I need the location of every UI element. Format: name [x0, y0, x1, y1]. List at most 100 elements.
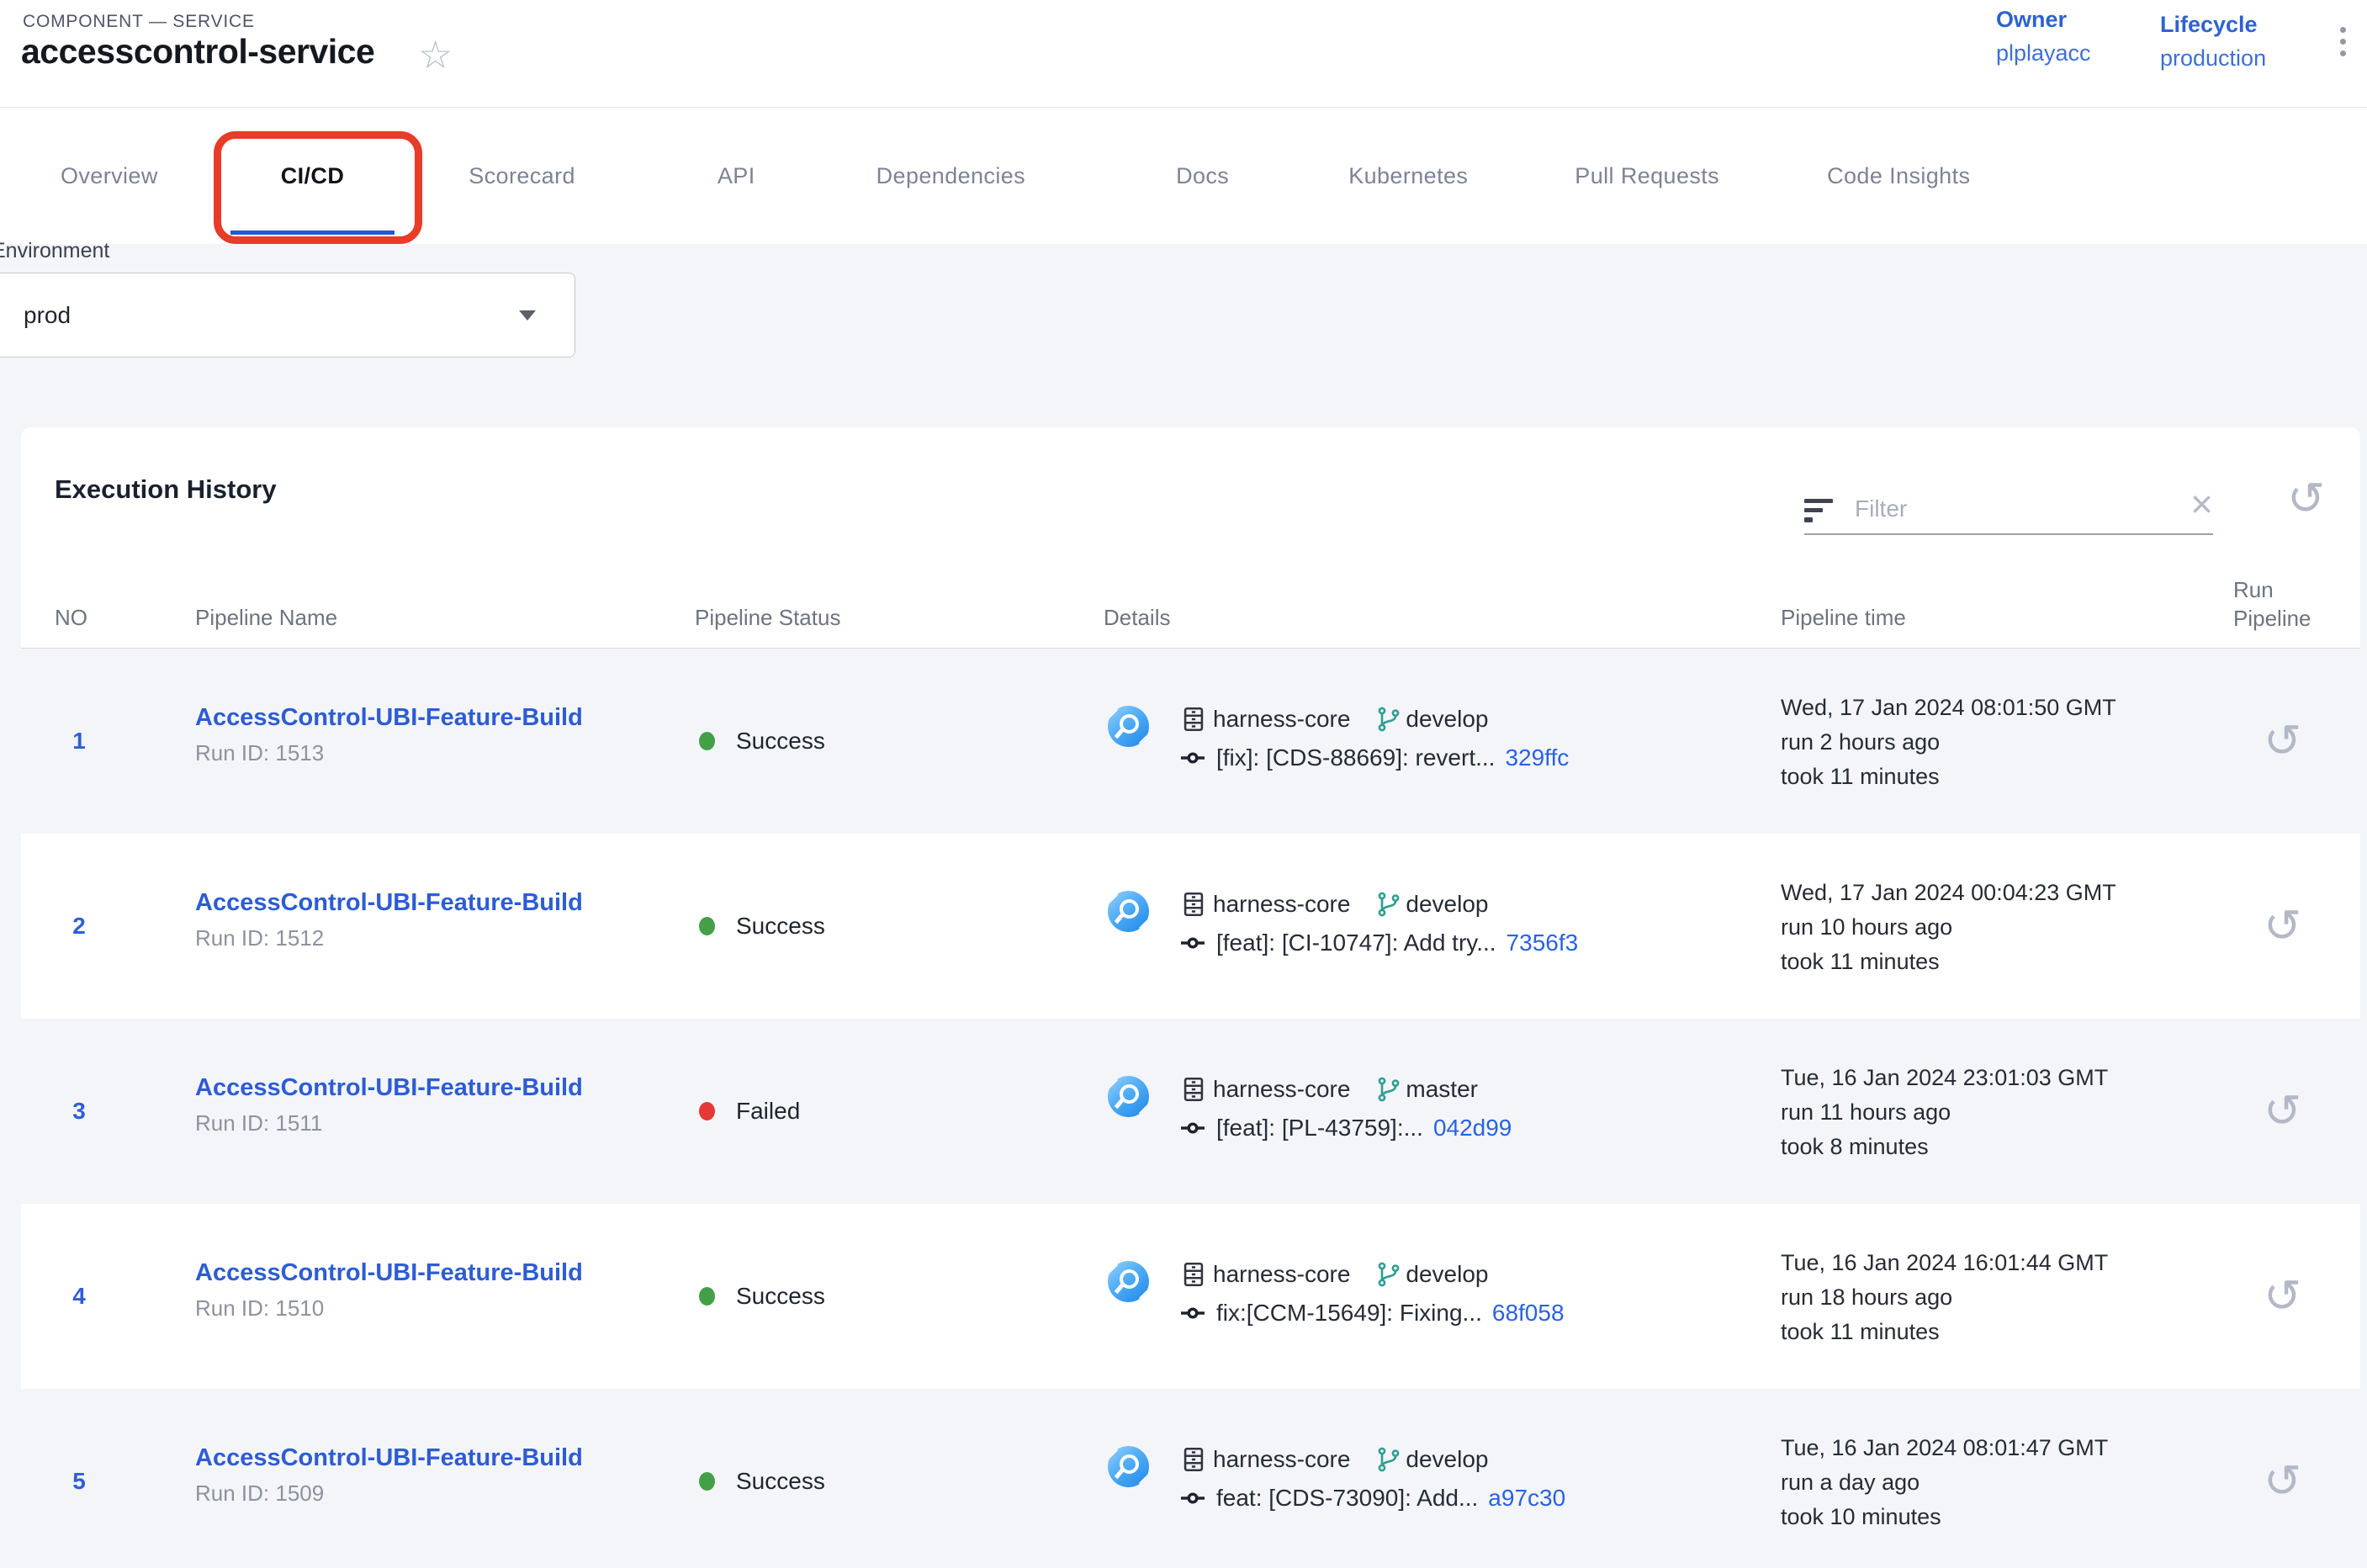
details-cell: harness-core develop feat: [CDS-73090]: … [1179, 1443, 1565, 1515]
tab-kubernetes[interactable]: Kubernetes [1298, 108, 1518, 244]
commit-sha-link[interactable]: 329ffc [1505, 744, 1569, 771]
pipeline-name-link[interactable]: AccessControl-UBI-Feature-Build [195, 1444, 583, 1472]
time-relative: run 2 hours ago [1781, 725, 2116, 760]
time-absolute: Wed, 17 Jan 2024 00:04:23 GMT [1781, 876, 2116, 910]
ci-pipeline-icon [1108, 1446, 1149, 1487]
run-id: Run ID: 1513 [195, 740, 583, 766]
commit-sha-link[interactable]: 68f058 [1492, 1300, 1565, 1327]
entity-header: COMPONENT — SERVICE accesscontrol-servic… [0, 0, 2367, 108]
git-branch-icon [1375, 891, 1402, 918]
git-branch-icon [1375, 1261, 1402, 1288]
run-id: Run ID: 1512 [195, 925, 583, 951]
git-branch-icon [1375, 706, 1402, 733]
page-title: accesscontrol-service [21, 32, 374, 72]
git-commit-icon [1179, 930, 1206, 956]
col-no: NO [55, 605, 87, 631]
table-row: 3 AccessControl-UBI-Feature-Build Run ID… [21, 1019, 2360, 1204]
refresh-icon[interactable]: ↺ [2287, 476, 2325, 522]
tab-api[interactable]: API [667, 108, 806, 244]
table-body: 1 AccessControl-UBI-Feature-Build Run ID… [21, 649, 2360, 1568]
pipeline-name-link[interactable]: AccessControl-UBI-Feature-Build [195, 889, 583, 917]
pipeline-time-cell: Tue, 16 Jan 2024 16:01:44 GMT run 18 hou… [1781, 1246, 2108, 1349]
branch-name: develop [1406, 1446, 1488, 1473]
lifecycle-value: production [2160, 45, 2266, 72]
tab-docs[interactable]: Docs [1125, 108, 1279, 244]
commit-message: fix:[CCM-15649]: Fixing... [1216, 1300, 1482, 1327]
tab-label: Pull Requests [1575, 163, 1719, 189]
row-number: 4 [55, 1283, 103, 1310]
time-duration: took 11 minutes [1781, 760, 2116, 794]
row-number: 3 [55, 1098, 103, 1125]
tab-label: Kubernetes [1348, 163, 1468, 189]
owner-label: Owner [1996, 7, 2091, 33]
git-branch-icon [1375, 1076, 1402, 1103]
repo-branch-line: harness-core master [1179, 1073, 1512, 1106]
repo-name: harness-core [1213, 891, 1350, 918]
tab-dependencies[interactable]: Dependencies [826, 108, 1076, 244]
pipeline-time-cell: Wed, 17 Jan 2024 00:04:23 GMT run 10 hou… [1781, 876, 2116, 979]
ci-pipeline-icon [1108, 891, 1149, 932]
pipeline-name-cell: AccessControl-UBI-Feature-Build Run ID: … [195, 704, 583, 766]
tab-label: API [718, 163, 755, 189]
status-dot [699, 917, 715, 935]
environment-selected-value: prod [24, 302, 71, 329]
tab-scorecard[interactable]: Scorecard [418, 108, 626, 244]
status-label: Success [736, 1468, 825, 1495]
filter-input[interactable] [1855, 495, 2124, 522]
owner-link[interactable]: plplayacc [1996, 40, 2091, 66]
col-pipeline-time: Pipeline time [1781, 605, 1906, 631]
commit-sha-link[interactable]: a97c30 [1488, 1485, 1565, 1512]
repository-icon [1179, 1260, 1208, 1289]
time-absolute: Tue, 16 Jan 2024 16:01:44 GMT [1781, 1246, 2108, 1280]
tab-ci-cd[interactable]: CI/CD [230, 108, 395, 244]
environment-select[interactable]: prod [0, 273, 575, 358]
commit-sha-link[interactable]: 7356f3 [1507, 930, 1579, 956]
repository-icon [1179, 890, 1208, 919]
time-absolute: Wed, 17 Jan 2024 08:01:50 GMT [1781, 691, 2116, 725]
repo-branch-line: harness-core develop [1179, 1443, 1565, 1476]
pipeline-status-cell: Success [699, 913, 825, 940]
pipeline-time-cell: Tue, 16 Jan 2024 23:01:03 GMT run 11 hou… [1781, 1061, 2108, 1164]
tab-label: Scorecard [469, 163, 575, 189]
col-pipeline-status: Pipeline Status [695, 605, 840, 631]
repo-name: harness-core [1213, 1076, 1350, 1103]
tab-code-insights[interactable]: Code Insights [1777, 108, 2020, 244]
table-row: 2 AccessControl-UBI-Feature-Build Run ID… [21, 834, 2360, 1019]
chevron-down-icon [519, 310, 536, 320]
kebab-menu-icon[interactable] [2340, 27, 2346, 56]
pipeline-name-link[interactable]: AccessControl-UBI-Feature-Build [195, 1259, 583, 1287]
filter-icon [1804, 499, 1836, 522]
run-pipeline-icon[interactable]: ↺ [2264, 1274, 2301, 1319]
tab-pull-requests[interactable]: Pull Requests [1524, 108, 1770, 244]
run-pipeline-icon[interactable]: ↺ [2264, 1089, 2301, 1134]
pipeline-status-cell: Success [699, 1283, 825, 1310]
clear-filter-icon[interactable]: × [2190, 485, 2213, 523]
pipeline-name-link[interactable]: AccessControl-UBI-Feature-Build [195, 704, 583, 732]
row-number: 5 [55, 1468, 103, 1495]
status-label: Success [736, 913, 825, 940]
pipeline-name-link[interactable]: AccessControl-UBI-Feature-Build [195, 1074, 583, 1102]
pipeline-time-cell: Wed, 17 Jan 2024 08:01:50 GMT run 2 hour… [1781, 691, 2116, 794]
pipeline-status-cell: Failed [699, 1098, 800, 1125]
details-cell: harness-core develop [fix]: [CDS-88669]:… [1179, 702, 1569, 775]
run-pipeline-icon[interactable]: ↺ [2264, 1459, 2301, 1504]
tab-label: Dependencies [876, 163, 1025, 189]
favorite-star-icon[interactable]: ☆ [418, 35, 453, 74]
commit-sha-link[interactable]: 042d99 [1433, 1115, 1512, 1142]
status-dot [699, 732, 715, 750]
entity-kind-label: COMPONENT — SERVICE [23, 12, 255, 32]
details-cell: harness-core master [feat]: [PL-43759]:.… [1179, 1073, 1512, 1145]
branch-name: develop [1406, 891, 1488, 918]
repository-icon [1179, 705, 1208, 734]
time-absolute: Tue, 16 Jan 2024 08:01:47 GMT [1781, 1431, 2108, 1465]
repository-icon [1179, 1075, 1208, 1104]
tab-overview[interactable]: Overview [10, 108, 209, 244]
run-pipeline-icon[interactable]: ↺ [2264, 718, 2301, 764]
row-number: 1 [55, 728, 103, 755]
table-header-row: NO Pipeline Name Pipeline Status Details… [21, 598, 2360, 649]
run-pipeline-icon[interactable]: ↺ [2264, 903, 2301, 949]
commit-message: [feat]: [CI-10747]: Add try... [1216, 930, 1496, 956]
git-commit-icon [1179, 1300, 1206, 1327]
ci-pipeline-icon [1108, 1076, 1149, 1117]
status-label: Success [736, 1283, 825, 1310]
